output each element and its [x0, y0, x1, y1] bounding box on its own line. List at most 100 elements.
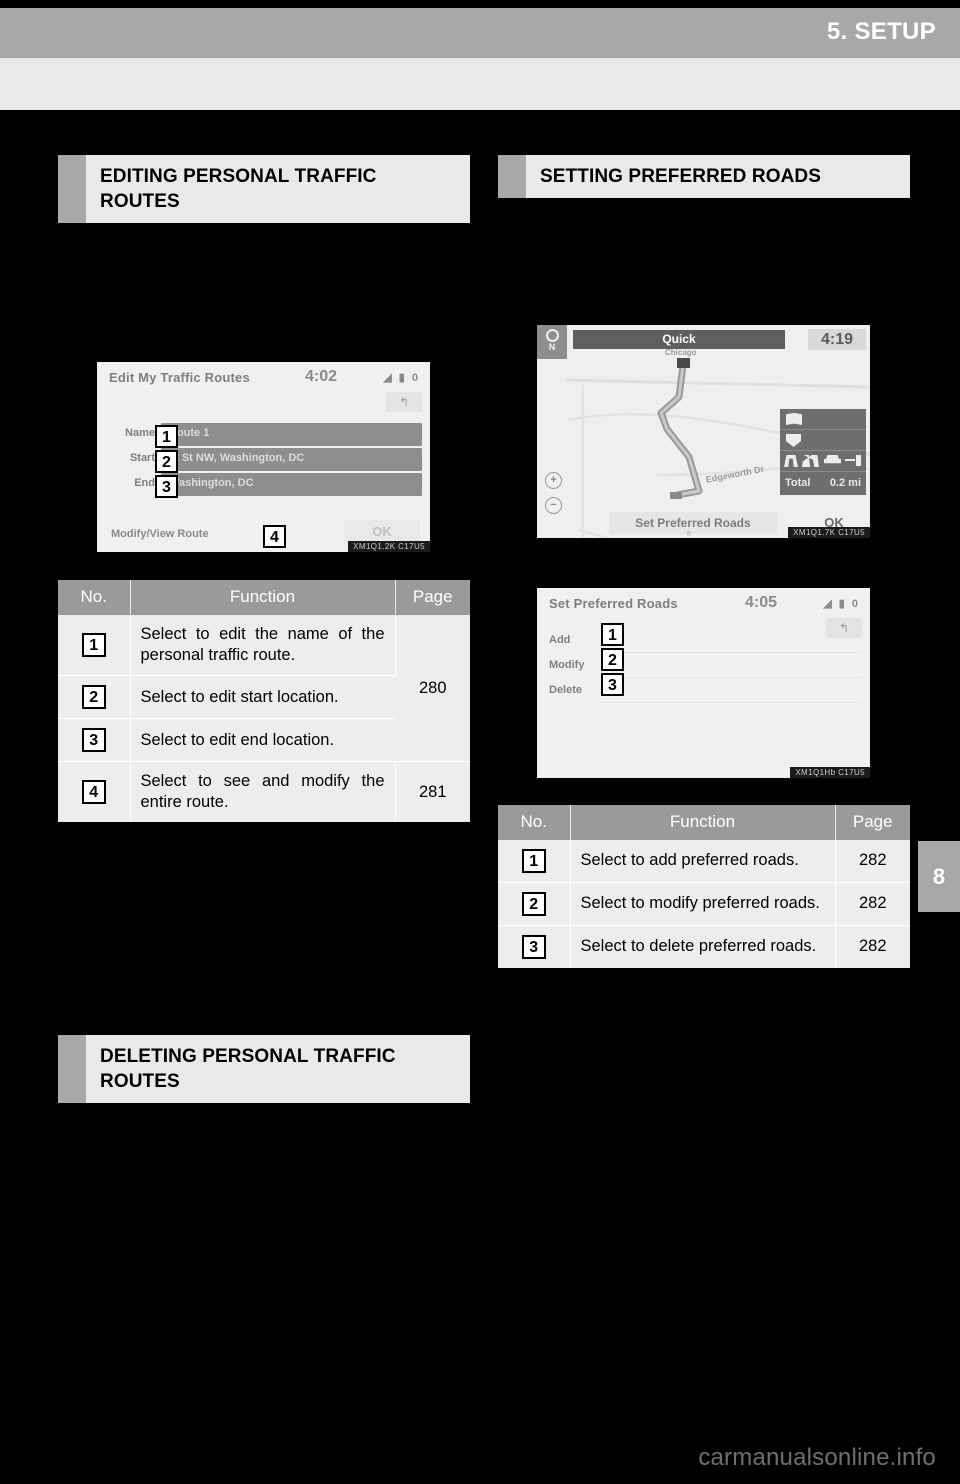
zoom-out-icon[interactable]: − — [545, 497, 562, 514]
nav-screen-clock: 4:05 — [745, 594, 778, 611]
nav-screen-title: Edit My Traffic Routes — [109, 370, 250, 385]
set-preferred-roads-button[interactable]: Set Preferred Roads — [609, 512, 777, 534]
total-value: 0.2 mi — [829, 477, 861, 489]
field-value-start: st St NW, Washington, DC — [169, 452, 305, 464]
callout-2: 2 — [155, 450, 178, 473]
row-page-cell: 281 — [395, 761, 470, 823]
row-function-cell: Select to edit start location. — [130, 675, 395, 720]
callout-4: 4 — [263, 525, 286, 548]
screenshot-watermark: XM1Q1.2K C17U5 — [348, 541, 430, 552]
row-number-cell: 1 — [498, 840, 571, 883]
column-header-no: No. — [58, 580, 131, 615]
callout-3: 3 — [601, 673, 624, 696]
screenshot-watermark: XM1Q1Hb C17U5 — [790, 767, 870, 778]
section-heading-editing-personal-traffic-routes: EDITING PERSONAL TRAFFIC ROUTES — [58, 155, 470, 224]
menu-row-add[interactable]: Add — [537, 630, 870, 653]
callout-1: 1 — [155, 425, 178, 448]
row-function-cell: Select to edit the name of the personal … — [130, 615, 396, 677]
chapter-side-tab: 8 — [918, 841, 960, 912]
heading-marker — [498, 155, 526, 199]
field-bar-name[interactable]: Route 1 — [161, 423, 422, 446]
row-number-cell: 4 — [58, 761, 131, 823]
section-heading-text: DELETING PERSONAL TRAFFIC ROUTES — [100, 1046, 396, 1093]
map-clock: 4:19 — [808, 329, 866, 350]
menu-row-divider-add — [601, 630, 862, 653]
row-page-cell: 282 — [835, 882, 910, 926]
row-function-cell: Select to delete preferred roads. — [570, 925, 836, 968]
field-label-end: End — [134, 477, 155, 489]
field-row-end[interactable]: End Washington, DC — [97, 473, 430, 496]
section-heading-text: SETTING PREFERRED ROADS — [540, 166, 821, 187]
field-row-name[interactable]: Name Route 1 — [97, 423, 430, 446]
table-row: 1 Select to add preferred roads. 282 — [498, 840, 910, 883]
total-label: Total — [785, 477, 811, 489]
field-bar-end[interactable]: Washington, DC — [161, 473, 422, 496]
route-type-button[interactable]: Quick — [573, 330, 785, 349]
screenshot-edit-my-traffic-routes: Edit My Traffic Routes 4:02 ◢ ▮ 0 ↰ Name… — [97, 362, 430, 552]
compass-icon[interactable]: N — [537, 325, 567, 359]
chapter-side-tab-number: 8 — [932, 863, 946, 889]
section-heading-setting-preferred-roads: SETTING PREFERRED ROADS — [498, 155, 910, 199]
menu-row-delete[interactable]: Delete — [537, 680, 870, 703]
table-row: 4 Select to see and modify the entire ro… — [58, 761, 470, 823]
column-header-page: Page — [395, 580, 470, 615]
field-bar-start[interactable]: st St NW, Washington, DC — [161, 448, 422, 471]
number-badge: 2 — [521, 892, 546, 916]
total-distance-row: Total 0.2 mi — [780, 472, 866, 495]
table-header-row: No. Function Page — [498, 805, 910, 840]
site-watermark: carmanualsonline.info — [698, 1444, 936, 1471]
callout-1: 1 — [601, 623, 624, 646]
road-type-row-toll[interactable] — [780, 430, 866, 451]
column-header-function: Function — [570, 805, 836, 840]
zoom-in-icon[interactable]: + — [545, 472, 562, 489]
row-number-cell: 3 — [498, 925, 571, 968]
screenshot-route-map: N Quick 4:19 Chicago Edgeworth Dr + − To… — [537, 325, 870, 538]
table-row: 1 Select to edit the name of the persona… — [58, 615, 470, 763]
page-header-bar — [0, 8, 960, 58]
modify-view-route-button[interactable]: Modify/View Route — [111, 528, 209, 540]
menu-row-divider-delete — [601, 680, 862, 703]
field-label-name: Name — [125, 427, 155, 439]
destination-label: Chicago — [665, 348, 697, 357]
table-row: 2 Select to modify preferred roads. 282 — [498, 882, 910, 926]
road-type-row-freeway[interactable] — [780, 409, 866, 430]
status-icons: ◢ ▮ 0 — [383, 372, 420, 384]
toll-road-icon — [786, 434, 801, 447]
number-badge: 3 — [521, 935, 546, 959]
table-row: 3 Select to delete preferred roads. 282 — [498, 925, 910, 968]
road-type-row-other[interactable] — [780, 451, 866, 472]
row-number-cell: 1 — [58, 615, 131, 677]
row-number-cell: 2 — [58, 675, 131, 720]
screenshot-watermark: XM1Q1.7K C17U5 — [788, 527, 870, 538]
column-header-no: No. — [498, 805, 571, 840]
number-badge: 2 — [81, 685, 106, 710]
table-header-row: No. Function Page — [58, 580, 470, 615]
page-body: 8 EDITING PERSONAL TRAFFIC ROUTES Edit M… — [0, 110, 960, 1400]
callout-2: 2 — [601, 648, 624, 671]
header-white-band — [0, 58, 960, 110]
field-row-start[interactable]: Start st St NW, Washington, DC — [97, 448, 430, 471]
heading-marker — [58, 1035, 86, 1104]
row-number-cell: 3 — [58, 718, 131, 763]
row-page-cell: 282 — [835, 925, 910, 968]
ferry-icon — [824, 455, 841, 464]
column-header-page: Page — [835, 805, 910, 840]
row-function-cell: Select to edit end location. — [130, 718, 395, 763]
row-function-cell: Select to add preferred roads. — [570, 840, 836, 883]
menu-row-modify[interactable]: Modify — [537, 655, 870, 678]
row-page-cell: 282 — [835, 840, 910, 883]
back-icon[interactable]: ↰ — [386, 392, 422, 412]
heading-marker — [58, 155, 86, 224]
chapter-title: 5. SETUP — [826, 18, 936, 45]
menu-row-divider-modify — [601, 655, 862, 678]
row-number-cell: 2 — [498, 882, 571, 926]
field-value-end: Washington, DC — [169, 477, 254, 489]
number-badge: 3 — [81, 728, 106, 753]
number-badge: 1 — [521, 849, 546, 873]
row-function-cell: Select to see and modify the entire rout… — [130, 761, 396, 823]
column-header-function: Function — [130, 580, 396, 615]
map-scale-label: ft — [687, 531, 691, 538]
field-label-start: Start — [129, 452, 155, 464]
number-badge: 4 — [81, 780, 106, 805]
screenshot-set-preferred-roads: Set Preferred Roads 4:05 ◢ ▮ 0 ↰ Add Mod… — [537, 588, 870, 778]
